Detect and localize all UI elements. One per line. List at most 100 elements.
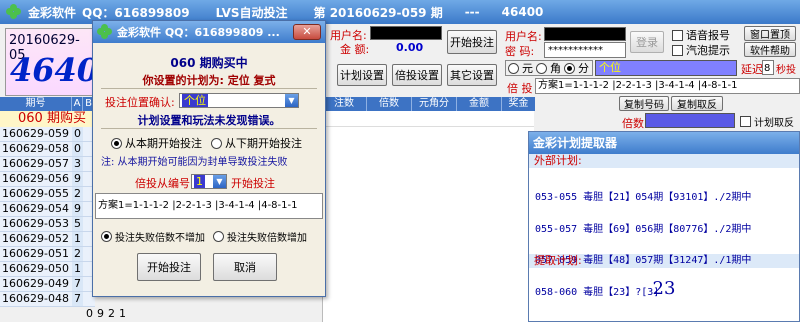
password-input[interactable]: *********** bbox=[544, 42, 626, 58]
clover-logo-icon bbox=[97, 24, 113, 40]
table-row[interactable]: 160629-052 1 bbox=[0, 232, 95, 247]
qq-number: QQ：616899809 bbox=[82, 5, 190, 20]
table-row[interactable]: 160629-048 7 bbox=[0, 292, 95, 307]
status-ok: 计划设置和玩法未发现错误。 bbox=[137, 114, 281, 127]
start-next-label: 从下期开始投注 bbox=[225, 137, 302, 150]
start-next-option[interactable]: 从下期开始投注 bbox=[211, 135, 302, 151]
bubble-label: 汽泡提示 bbox=[686, 44, 730, 57]
table-row[interactable]: 160629-059 0 bbox=[0, 127, 95, 142]
note-text: 注: 从本期开始可能因为封单导致投注失败 bbox=[101, 157, 288, 168]
radio-fen[interactable] bbox=[564, 62, 575, 74]
table-row[interactable]: 160629-051 2 bbox=[0, 247, 95, 262]
multiplier-row-select[interactable] bbox=[645, 113, 735, 128]
col-prize: 奖金 bbox=[508, 98, 529, 109]
fail-no-increase-label: 投注失败倍数不增加 bbox=[115, 233, 205, 244]
position-confirm-label: 投注位置确认: bbox=[105, 96, 175, 109]
dialog-cancel-button[interactable]: 取消 bbox=[213, 253, 277, 281]
table-row[interactable]: 160629-058 0 bbox=[0, 142, 95, 157]
radio-fail-no-increase[interactable] bbox=[101, 231, 112, 242]
app-name: 金彩软件 bbox=[28, 5, 77, 20]
dialog-start-button[interactable]: 开始投注 bbox=[137, 253, 201, 281]
unit-fen-label: 分 bbox=[578, 62, 589, 75]
chevron-down-icon[interactable]: ▼ bbox=[213, 175, 226, 188]
fail-no-increase-option[interactable]: 投注失败倍数不增加 bbox=[101, 229, 205, 244]
bet-detail-grid[interactable] bbox=[322, 111, 534, 322]
start-this-label: 从本期开始投注 bbox=[125, 137, 202, 150]
purchase-dialog: 金彩软件 QQ：616899809 ... ✕ 060 期购买中 你设置的计划为… bbox=[92, 20, 326, 297]
radio-start-next[interactable] bbox=[211, 137, 222, 149]
plan-settings-button[interactable]: 计划设置 bbox=[337, 64, 387, 86]
username-input[interactable] bbox=[544, 27, 626, 41]
start-bet-button[interactable]: 开始投注 bbox=[447, 30, 497, 54]
radio-jiao[interactable] bbox=[536, 62, 547, 74]
delay-input[interactable]: 8 bbox=[762, 60, 774, 75]
period-label: 第 20160629-059 期 bbox=[313, 5, 443, 20]
start-from-label: 倍投从编号 bbox=[135, 177, 190, 190]
multiplier-row-label: 倍数 bbox=[622, 117, 644, 130]
multiplier-settings-button[interactable]: 倍投设置 bbox=[392, 64, 442, 86]
current-period-panel: 20160629-05 4640 bbox=[5, 28, 99, 96]
current-period-big-number: 4640 bbox=[10, 51, 100, 89]
position-confirm-select[interactable]: 个位 ▼ bbox=[179, 93, 299, 108]
amount-label: 金 额: bbox=[340, 43, 370, 56]
period-list: 160629-059 0 160629-058 0 160629-057 3 1606… bbox=[0, 127, 95, 307]
radio-fail-increase[interactable] bbox=[213, 231, 224, 242]
chevron-down-icon[interactable]: ▼ bbox=[285, 94, 298, 107]
table-row[interactable]: 160629-055 2 bbox=[0, 187, 95, 202]
unit-yuan-label: 元 bbox=[522, 62, 533, 75]
position-select[interactable]: 个位 bbox=[595, 60, 737, 76]
fail-increase-option[interactable]: 投注失败倍数增加 bbox=[213, 229, 307, 244]
unit-jiao-label: 角 bbox=[550, 62, 561, 75]
plan-set-as: 你设置的计划为: 定位 复式 bbox=[142, 74, 276, 87]
col-amount: 金额 bbox=[457, 97, 502, 111]
title-number: 46400 bbox=[501, 5, 544, 19]
radio-yuan[interactable] bbox=[508, 62, 519, 74]
start-from-select[interactable]: 1 ▼ bbox=[191, 174, 227, 189]
login-button[interactable]: 登录 bbox=[630, 31, 664, 53]
plan-reverse-label: 计划取反 bbox=[754, 118, 794, 129]
checkbox-box[interactable] bbox=[740, 116, 751, 127]
window-top-button[interactable]: 窗口置顶 bbox=[744, 26, 796, 41]
dialog-title: 金彩软件 QQ：616899809 ... bbox=[117, 26, 280, 39]
external-plan-label: 外部计划: bbox=[529, 154, 799, 168]
clover-logo-icon bbox=[6, 4, 22, 20]
last-row-digits: 0 9 2 1 bbox=[86, 307, 126, 320]
table-row[interactable]: 160629-056 9 bbox=[0, 172, 95, 187]
plan-reverse-checkbox[interactable]: 计划取反 bbox=[740, 114, 794, 129]
checkbox-box[interactable] bbox=[672, 29, 683, 41]
dialog-period-title: 060 期购买中 bbox=[170, 56, 248, 70]
delay-label: 延迟 bbox=[741, 63, 763, 76]
checkbox-box[interactable] bbox=[672, 44, 683, 56]
voice-checkbox[interactable]: 语音报号 bbox=[672, 27, 730, 43]
fail-increase-label: 投注失败倍数增加 bbox=[227, 233, 307, 244]
scheme-textarea[interactable]: 方案1=1-1-1-2 |2-2-1-3 |3-4-1-4 |4-8-1-1 bbox=[95, 193, 323, 219]
radio-start-this[interactable] bbox=[111, 137, 122, 149]
bubble-checkbox[interactable]: 汽泡提示 bbox=[672, 42, 730, 58]
user-label: 用户名: bbox=[505, 30, 542, 43]
external-plan-text[interactable]: 053-055 毒胆【21】054期【93101】./2期中 055-057 毒… bbox=[529, 168, 799, 297]
divider bbox=[101, 88, 317, 89]
col-a: A bbox=[72, 97, 83, 111]
password-label: 密 码: bbox=[505, 45, 535, 58]
multiplier-label: 倍 投 bbox=[507, 82, 533, 95]
table-row[interactable]: 160629-053 5 bbox=[0, 217, 95, 232]
other-settings-button[interactable]: 其它设置 bbox=[447, 64, 497, 86]
copy-reverse-button[interactable]: 复制取反 bbox=[671, 96, 723, 111]
table-row[interactable]: 160629-050 1 bbox=[0, 262, 95, 277]
plan-line: 055-057 毒胆【69】056期【80776】./2期中 bbox=[535, 223, 752, 235]
table-row[interactable]: 160629-054 9 bbox=[0, 202, 95, 217]
copy-number-button[interactable]: 复制号码 bbox=[619, 96, 669, 111]
amount-value: 0.00 bbox=[396, 41, 424, 54]
grid-row bbox=[323, 111, 534, 127]
table-row[interactable]: 160629-049 7 bbox=[0, 277, 95, 292]
col-unit: 元角分 bbox=[412, 97, 457, 111]
scheme-line[interactable]: 方案1=1-1-1-2 |2-2-1-3 |3-4-1-4 |4-8-1-1 bbox=[535, 78, 800, 94]
start-this-option[interactable]: 从本期开始投注 bbox=[111, 135, 202, 151]
close-icon[interactable]: ✕ bbox=[293, 24, 321, 40]
purchase-banner: 060 期购买 bbox=[0, 111, 95, 127]
col-count: 注数 bbox=[322, 97, 367, 111]
table-row[interactable]: 160629-057 3 bbox=[0, 157, 95, 172]
col-period: 期号 bbox=[0, 97, 72, 111]
extractor-title: 金彩计划提取器 bbox=[529, 132, 799, 154]
software-help-button[interactable]: 软件帮助 bbox=[744, 42, 796, 57]
